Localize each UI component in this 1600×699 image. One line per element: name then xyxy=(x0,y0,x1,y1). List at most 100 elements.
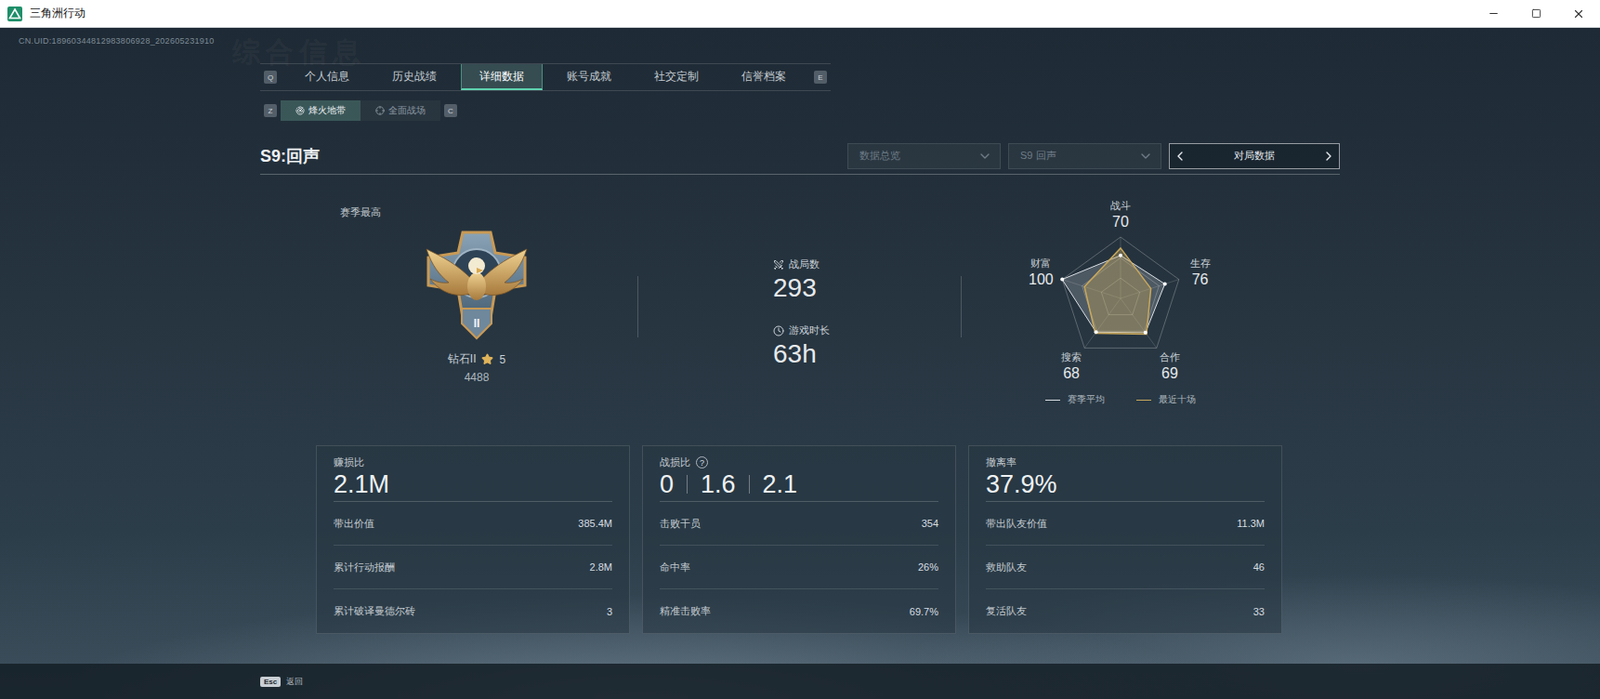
card-row: 带出价值385.4M xyxy=(333,501,613,546)
sub-tab[interactable]: 全面战场 xyxy=(360,100,441,121)
legend-item: 赛季平均 xyxy=(1045,393,1105,407)
stepper-label: 对局数据 xyxy=(1233,148,1275,163)
title-bar: 三角洲行动 xyxy=(0,0,1600,28)
key-hint: E xyxy=(813,70,827,84)
maximize-icon xyxy=(1531,8,1542,19)
filter-dropdown: 数据总览 xyxy=(847,143,1001,170)
card-row: 命中率26% xyxy=(659,545,939,590)
key-hint: Z xyxy=(263,104,277,118)
radar-chart: 战斗 70 生存 76 合作 69 搜索 68 财富 100 xyxy=(990,196,1251,392)
radar-series xyxy=(1084,248,1152,335)
stat-card: 战损比?01.62.1击败干员354命中率26%精准击败率69.7% xyxy=(642,445,957,634)
back-key[interactable]: Esc xyxy=(260,676,281,687)
radar-axis-label: 财富 100 xyxy=(1028,257,1054,288)
svg-text:财富: 财富 xyxy=(1030,257,1051,269)
radar-legend: 赛季平均 最近十场 xyxy=(990,393,1251,407)
star-icon xyxy=(481,353,494,366)
main-tab[interactable]: 信誉档案 xyxy=(722,64,805,91)
stat-card: 撤离率37.9%带出队友价值11.3M救助队友46复活队友33 xyxy=(968,445,1283,634)
svg-text:68: 68 xyxy=(1062,365,1080,381)
rank-caption: 赛季最高 xyxy=(340,205,638,220)
sub-tab[interactable]: 烽火地带 xyxy=(280,100,361,121)
main-tab[interactable]: 历史战绩 xyxy=(373,64,456,91)
main-tab[interactable]: 个人信息 xyxy=(286,64,368,91)
filter-dropdown: S9 回声 xyxy=(1008,143,1162,170)
radar-axis-label: 合作 69 xyxy=(1159,351,1181,381)
section-title: S9:回声 xyxy=(260,144,320,168)
card-row: 复活队友33 xyxy=(985,589,1265,633)
radar-axis-label: 搜索 68 xyxy=(1061,351,1082,381)
footer-bar: Esc 返回 xyxy=(0,663,1600,699)
close-button[interactable] xyxy=(1557,0,1600,27)
help-button[interactable]: ? xyxy=(695,456,709,469)
svg-text:战斗: 战斗 xyxy=(1110,199,1131,211)
swords-icon xyxy=(773,259,785,271)
next-button[interactable] xyxy=(1318,144,1339,169)
svg-text:69: 69 xyxy=(1161,365,1179,381)
radar-panel: 战斗 70 生存 76 合作 69 搜索 68 财富 100 赛季平均 最近十场 xyxy=(961,196,1340,407)
card-row: 带出队友价值11.3M xyxy=(985,501,1265,546)
stat: 战局数293 xyxy=(773,257,961,303)
main-tab[interactable]: 社交定制 xyxy=(635,64,718,91)
previous-button[interactable] xyxy=(1169,144,1191,169)
radar-axis-label: 生存 76 xyxy=(1190,257,1211,288)
key-hint: Q xyxy=(263,70,277,84)
rank-badge-icon: II xyxy=(420,224,533,346)
mode-icon xyxy=(295,105,305,116)
card-title: 撤离率 xyxy=(985,455,1265,470)
section-header: S9:回声 数据总览 S9 回声 对局数据 xyxy=(260,137,1340,175)
card-row: 击败干员354 xyxy=(659,501,939,546)
app-logo-icon xyxy=(7,6,23,22)
chevron-down-icon xyxy=(1138,148,1154,164)
divider xyxy=(637,275,639,338)
back-label: 返回 xyxy=(286,675,303,688)
main-tab-bar: Q 个人信息历史战绩详细数据账号成就社交定制信誉档案 E xyxy=(260,63,831,92)
chevron-down-icon xyxy=(977,148,993,164)
minimize-button[interactable] xyxy=(1471,0,1515,27)
uid-label: CN.UID:18960344812983806928_202605231910 xyxy=(0,27,1600,47)
main-area: 综合信息CN.UID:18960344812983806928_20260523… xyxy=(0,27,1600,699)
svg-text:100: 100 xyxy=(1028,271,1054,288)
rank-tier: 钻石II5 xyxy=(447,351,506,368)
stat-cards: 赚损比2.1M带出价值385.4M累计行动报酬2.8M累计破译曼德尔砖3战损比?… xyxy=(315,445,1340,634)
sub-tab-bar: Z烽火地带全面战场C xyxy=(260,100,1340,121)
rank-points: 4488 xyxy=(464,370,490,384)
svg-text:搜索: 搜索 xyxy=(1061,351,1082,363)
overview: 赛季最高 II 钻石II5 4488 战局数293 游戏时长63h 战斗 70 生存 76 合作 69… xyxy=(260,199,1340,414)
chevron-left-icon xyxy=(1172,148,1188,164)
clock-icon xyxy=(773,325,785,337)
stat: 游戏时长63h xyxy=(773,323,961,369)
mode-icon xyxy=(375,105,385,116)
stat-card: 赚损比2.1M带出价值385.4M累计行动报酬2.8M累计破译曼德尔砖3 xyxy=(315,445,630,634)
card-title: 赚损比 xyxy=(333,455,613,470)
main-tab[interactable]: 详细数据 xyxy=(460,64,543,91)
main-tab[interactable]: 账号成就 xyxy=(548,64,630,91)
svg-text:76: 76 xyxy=(1192,271,1209,288)
rank-panel: 赛季最高 II 钻石II5 4488 xyxy=(260,199,638,384)
radar-axis-label: 战斗 70 xyxy=(1110,199,1131,230)
card-value: 01.62.1 xyxy=(659,469,939,499)
maximize-button[interactable] xyxy=(1514,0,1558,27)
window-title: 三角洲行动 xyxy=(29,5,86,22)
card-row: 精准击败率69.7% xyxy=(659,589,939,633)
stats-panel: 战局数293 游戏时长63h xyxy=(638,199,961,369)
view-stepper: 对局数据 xyxy=(1168,143,1340,170)
app-window: 三角洲行动综合信息CN.UID:18960344812983806928_202… xyxy=(0,0,1600,699)
svg-text:生存: 生存 xyxy=(1190,257,1211,269)
card-value: 37.9% xyxy=(985,469,1265,499)
close-icon xyxy=(1572,7,1586,21)
legend-item: 最近十场 xyxy=(1136,393,1196,407)
svg-text:II: II xyxy=(473,316,481,330)
key-hint: C xyxy=(444,104,458,118)
watermark: 综合信息 xyxy=(232,33,367,72)
card-row: 累计破译曼德尔砖3 xyxy=(333,589,613,633)
divider xyxy=(960,275,962,338)
card-value: 2.1M xyxy=(333,469,613,499)
svg-text:70: 70 xyxy=(1112,213,1129,230)
chevron-right-icon xyxy=(1321,148,1337,164)
card-row: 累计行动报酬2.8M xyxy=(333,545,613,590)
card-title: 战损比? xyxy=(659,455,939,470)
card-row: 救助队友46 xyxy=(985,545,1265,590)
svg-text:合作: 合作 xyxy=(1159,351,1181,363)
minimize-icon xyxy=(1487,7,1500,20)
